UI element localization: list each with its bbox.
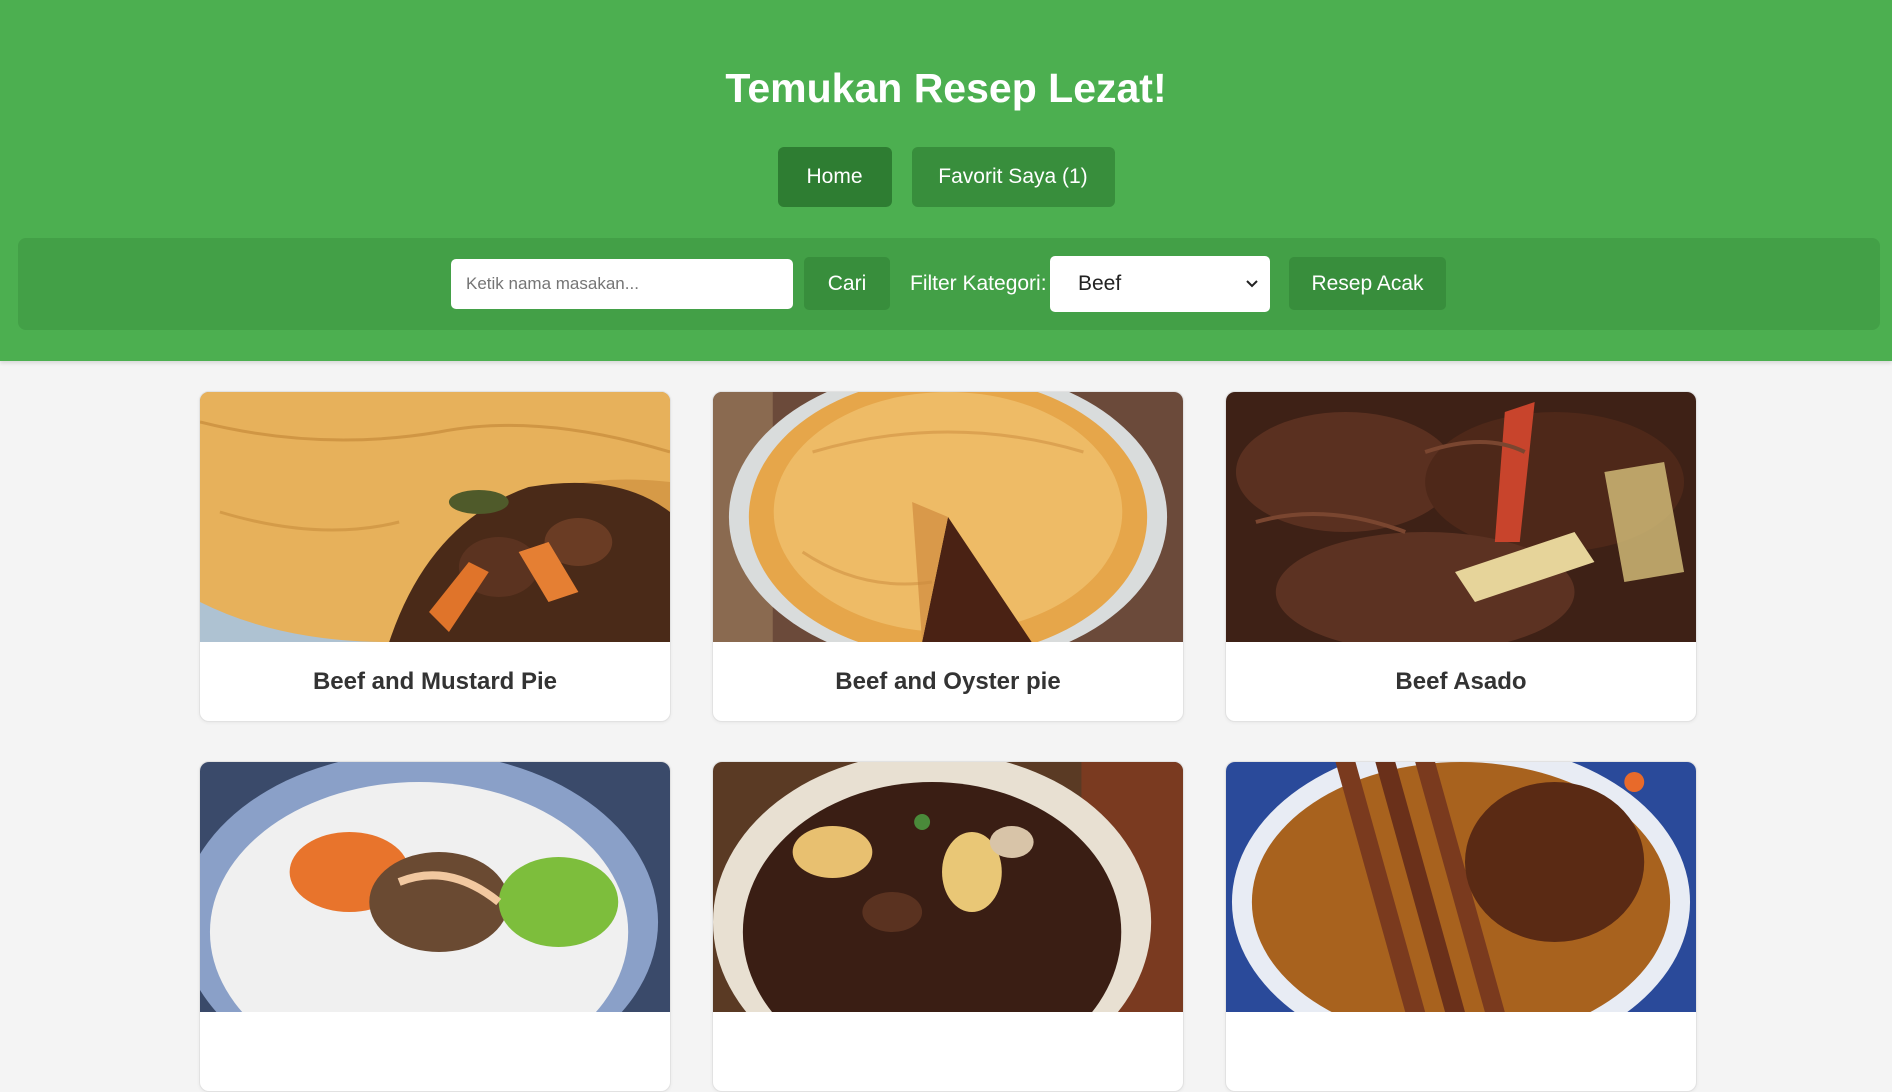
recipe-image bbox=[1226, 762, 1696, 1012]
recipe-image bbox=[200, 392, 670, 642]
random-recipe-button[interactable]: Resep Acak bbox=[1289, 257, 1446, 310]
chevron-down-icon bbox=[1244, 276, 1260, 292]
recipe-card[interactable]: Beef and Oyster pie bbox=[712, 391, 1184, 722]
recipe-title bbox=[1226, 1012, 1696, 1091]
recipe-card[interactable] bbox=[199, 761, 671, 1092]
recipe-card[interactable]: Beef and Mustard Pie bbox=[199, 391, 671, 722]
recipe-card[interactable] bbox=[1225, 761, 1697, 1092]
recipe-card[interactable]: Beef Asado bbox=[1225, 391, 1697, 722]
recipe-title: Beef Asado bbox=[1395, 668, 1527, 695]
category-select[interactable]: Beef bbox=[1050, 256, 1270, 312]
category-select-value: Beef bbox=[1078, 272, 1122, 295]
recipe-title: Beef and Oyster pie bbox=[835, 668, 1061, 695]
recipe-title bbox=[200, 1012, 670, 1091]
recipe-image bbox=[200, 762, 670, 1012]
search-input[interactable] bbox=[451, 259, 793, 309]
nav-home-button[interactable]: Home bbox=[777, 147, 892, 207]
nav-favorites-button[interactable]: Favorit Saya (1) bbox=[911, 147, 1115, 207]
recipe-title bbox=[713, 1012, 1183, 1091]
page-title: Temukan Resep Lezat! bbox=[725, 65, 1167, 111]
site-header: Temukan Resep Lezat! Home Favorit Saya (… bbox=[0, 0, 1892, 361]
recipe-image bbox=[713, 762, 1183, 1012]
search-button[interactable]: Cari bbox=[804, 257, 890, 310]
filter-category-label: Filter Kategori: bbox=[910, 272, 1047, 295]
recipe-image bbox=[713, 392, 1183, 642]
recipe-image bbox=[1226, 392, 1696, 642]
recipe-card[interactable] bbox=[712, 761, 1184, 1092]
recipe-title: Beef and Mustard Pie bbox=[312, 668, 558, 695]
main-nav: Home Favorit Saya (1) bbox=[0, 147, 1892, 207]
search-toolbar: Cari Filter Kategori: Beef Resep Acak bbox=[18, 238, 1880, 330]
